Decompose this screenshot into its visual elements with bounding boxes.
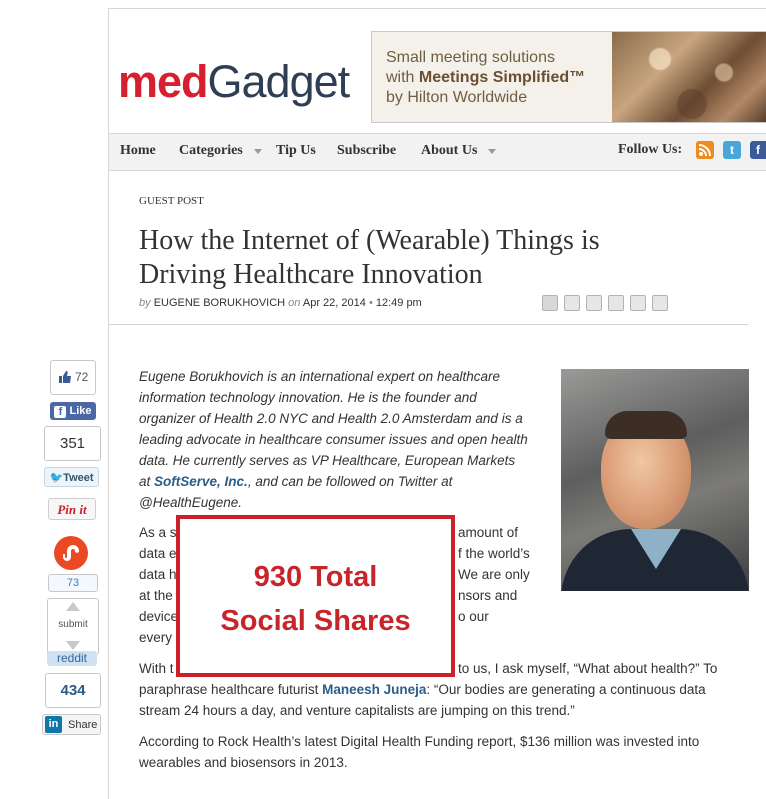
downvote-arrow-icon[interactable] — [66, 641, 80, 650]
author-intro: Eugene Borukhovich is an international e… — [139, 366, 549, 513]
para3-suffix: : “Our bodies are generating a continuou… — [426, 682, 706, 697]
pinterest-button[interactable]: Pin it — [48, 498, 96, 520]
ad-line-2-bold: Meetings Simplified™ — [418, 69, 586, 86]
date-prefix: on — [288, 297, 301, 309]
linkedin-count: 434 — [45, 673, 101, 708]
intro-line: organizer of Health 2.0 NYC and Health 2… — [139, 411, 523, 426]
print-icon[interactable] — [542, 295, 558, 311]
email-icon[interactable] — [564, 295, 580, 311]
total-shares-callout: 930 Total Social Shares — [176, 515, 455, 677]
intro-prefix: at — [139, 474, 155, 489]
nav-subscribe[interactable]: Subscribe — [337, 143, 396, 159]
softserve-link[interactable]: SoftServe, Inc. — [154, 474, 248, 489]
intro-line: data. He currently serves as VP Healthca… — [139, 453, 516, 468]
para2-line: o our — [458, 609, 489, 624]
tweet-label: Tweet — [63, 472, 94, 484]
intro-line: @HealthEugene. — [139, 495, 243, 510]
photo-hair — [605, 411, 687, 439]
ad-photo — [612, 32, 766, 122]
post-date: Apr 22, 2014 — [302, 297, 366, 309]
para4-line: wearables and biosensors in 2013. — [139, 755, 348, 770]
tweet-button[interactable]: 🐦Tweet — [44, 467, 99, 487]
nav-categories[interactable]: Categories — [179, 143, 243, 159]
author-photo — [561, 369, 749, 591]
facebook-like-count: 72 — [75, 370, 89, 384]
twitter-share-icon[interactable] — [608, 295, 624, 311]
ad-line-1: Small meeting solutions — [386, 49, 555, 66]
callout-text: 930 Total Social Shares — [180, 555, 451, 643]
logo-med: med — [118, 56, 209, 107]
time-separator: • — [368, 297, 373, 309]
byline-prefix: by — [139, 297, 151, 309]
logo-gadget: Gadget — [207, 56, 351, 107]
facebook-icon[interactable]: f — [750, 141, 766, 159]
nav-home[interactable]: Home — [120, 143, 156, 159]
para2-line: amount of — [458, 525, 519, 540]
byline: by EUGENE BORUKHOVICH on Apr 22, 2014 • … — [139, 297, 422, 309]
para4-line: According to Rock Health’s latest Digita… — [139, 734, 700, 749]
header-divider — [109, 324, 748, 325]
facebook-like-button[interactable]: f Like — [50, 402, 96, 420]
linkedin-icon: in — [45, 716, 62, 733]
callout-line-1: 930 Total — [253, 561, 378, 593]
author-link[interactable]: EUGENE BORUKHOVICH — [154, 297, 285, 309]
intro-line: leading advocate in healthcare consumer … — [139, 432, 528, 447]
title-line-1: How the Internet of (Wearable) Things is — [139, 225, 600, 256]
intro-suffix: , and can be followed on Twitter at — [247, 474, 453, 489]
upvote-arrow-icon[interactable] — [66, 602, 80, 611]
chevron-down-icon[interactable] — [254, 149, 262, 154]
facebook-share-icon[interactable] — [586, 295, 602, 311]
thumbs-up-icon — [59, 371, 71, 383]
intro-line: at SoftServe, Inc., and can be followed … — [139, 471, 549, 492]
rss-icon[interactable] — [696, 141, 714, 159]
facebook-icon: f — [54, 406, 67, 418]
title-line-2: Driving Healthcare Innovation — [139, 259, 483, 290]
twitter-bird-icon: 🐦 — [49, 472, 64, 484]
ad-line-2-prefix: with — [386, 69, 419, 86]
intro-line: information technology innovation. He is… — [139, 390, 477, 405]
callout-line-2: Social Shares — [220, 605, 411, 637]
delicious-icon[interactable] — [630, 295, 646, 311]
ad-line-3: by Hilton Worldwide — [386, 89, 528, 106]
para3-line: paraphrase healthcare futurist Maneesh J… — [139, 679, 749, 700]
intro-line: Eugene Borukhovich is an international e… — [139, 369, 500, 384]
follow-us-label: Follow Us: — [618, 142, 683, 157]
para3-line: stream 24 hours a day, and venture capit… — [139, 703, 575, 718]
chevron-down-icon[interactable] — [488, 149, 496, 154]
linkedin-share-button[interactable]: in Share — [42, 714, 101, 735]
like-label: Like — [69, 405, 92, 417]
paragraph-4: According to Rock Health’s latest Digita… — [139, 731, 749, 773]
ad-line-2: with Meetings Simplified™ — [386, 68, 585, 88]
ad-banner[interactable]: Small meeting solutions with Meetings Si… — [371, 31, 766, 123]
paragraph-3: paraphrase healthcare futurist Maneesh J… — [139, 679, 749, 721]
para2-line: f the world’s — [458, 546, 530, 561]
post-category[interactable]: GUEST POST — [139, 195, 204, 207]
stumbleupon-count: 73 — [48, 574, 98, 592]
para3-prefix: paraphrase healthcare futurist — [139, 682, 323, 697]
stumble-share-icon[interactable] — [652, 295, 668, 311]
maneesh-link[interactable]: Maneesh Juneja — [322, 682, 426, 697]
paragraph-3-end: to us, I ask myself, “What about health?… — [458, 661, 718, 676]
tweet-count: 351 — [44, 426, 101, 461]
para2-line: We are only — [458, 567, 530, 582]
stumbleupon-icon[interactable] — [54, 536, 88, 570]
paragraph-3-start: With t — [139, 661, 174, 676]
site-logo[interactable]: medGadget — [118, 56, 351, 107]
linkedin-share-label: Share — [68, 719, 98, 731]
nav-about-us[interactable]: About Us — [421, 143, 477, 159]
twitter-icon[interactable]: t — [723, 141, 741, 159]
article-title: How the Internet of (Wearable) Things is… — [139, 224, 739, 292]
reddit-button[interactable]: reddit — [47, 651, 97, 666]
reddit-submit-label: submit — [58, 619, 88, 630]
para2-line: nsors and — [458, 588, 518, 603]
reddit-vote-box[interactable]: submit — [47, 598, 99, 655]
paragraph-2-right: amount of f the world’s We are only nsor… — [458, 522, 558, 627]
post-time: 12:49 pm — [375, 297, 422, 309]
nav-tip-us[interactable]: Tip Us — [276, 143, 316, 159]
ad-text: Small meeting solutions with Meetings Si… — [386, 48, 585, 108]
facebook-like-count-box: 72 — [50, 360, 96, 395]
